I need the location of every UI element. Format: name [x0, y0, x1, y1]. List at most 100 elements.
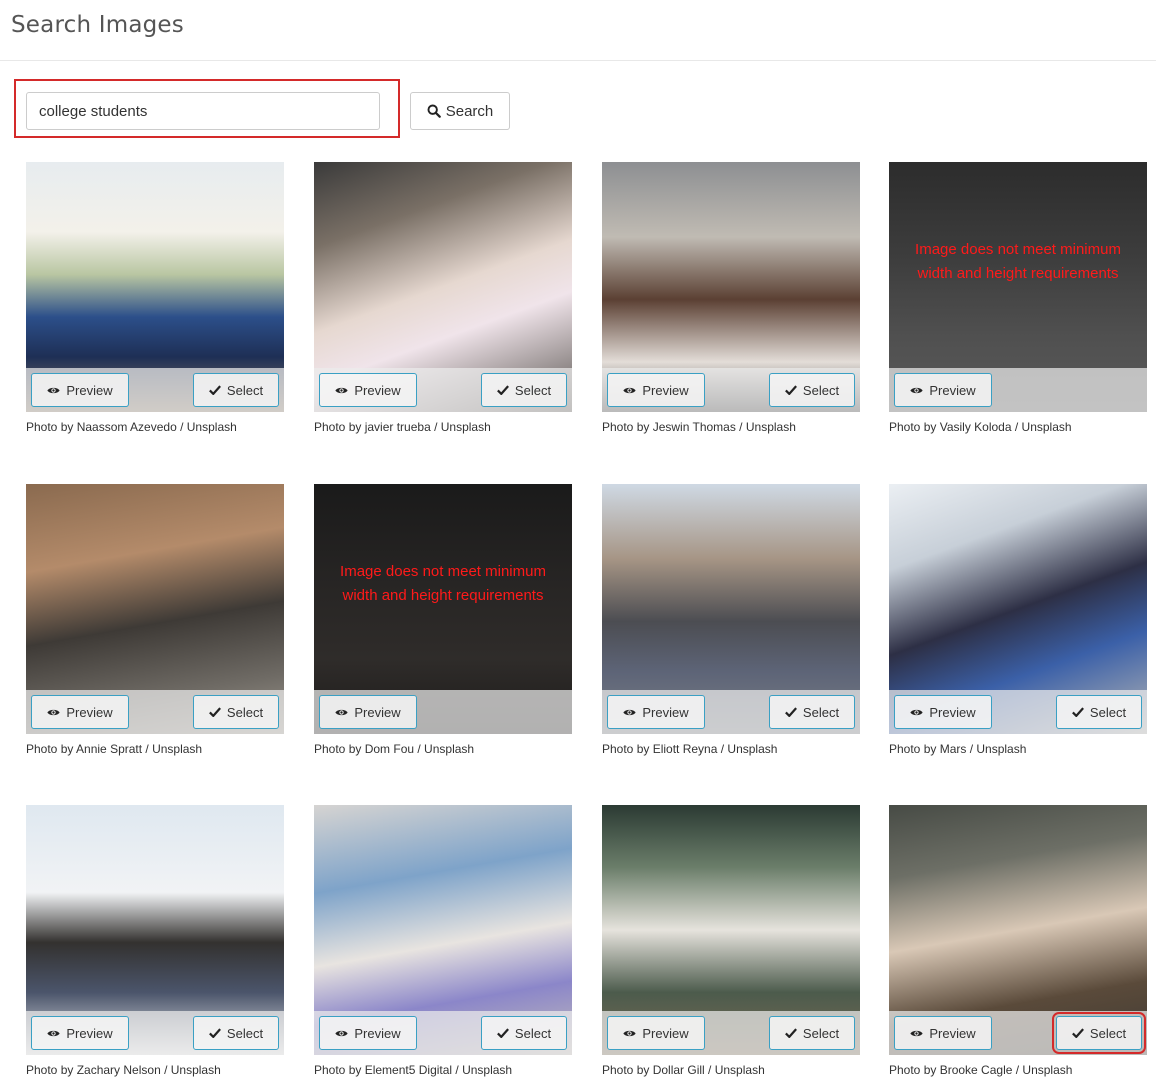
search-button-label: Search [445, 102, 494, 120]
image-result-card: Preview Select Photo by Zachary Nelson / U… [26, 805, 284, 1077]
image-result-card: Preview Select Photo by Mars / Unsplash [889, 484, 1147, 756]
preview-button[interactable]: Preview [31, 695, 129, 729]
photo-credit: Photo by javier trueba / Unsplash [314, 420, 491, 434]
preview-label: Preview [354, 704, 401, 720]
preview-button[interactable]: Preview [319, 373, 417, 407]
image-result-card: Preview Select Photo by javier trueba / Un… [314, 162, 572, 434]
preview-button[interactable]: Preview [31, 373, 129, 407]
photo-credit: Photo by Brooke Cagle / Unsplash [889, 1063, 1073, 1077]
select-label: Select [226, 382, 264, 398]
thumbnail-action-bar: Preview Select [602, 1011, 860, 1055]
image-result-card: Preview Select Photo by Brooke Cagle / Uns… [889, 805, 1147, 1077]
photo-credit: Photo by Dollar Gill / Unsplash [602, 1063, 765, 1077]
image-result-card: Image does not meet minimum width and he… [889, 162, 1147, 434]
preview-button[interactable]: Preview [894, 695, 992, 729]
checkmark-icon [208, 707, 221, 717]
image-result-card: Image does not meet minimum width and he… [314, 484, 572, 756]
select-button[interactable]: Select [769, 1016, 855, 1050]
thumbnail-action-bar: Preview Select [26, 1011, 284, 1055]
photo-credit: Photo by Dom Fou / Unsplash [314, 742, 475, 756]
checkmark-icon [784, 1028, 797, 1038]
result-thumbnail[interactable]: Preview Select [889, 484, 1147, 734]
preview-label: Preview [642, 704, 689, 720]
image-result-card: Preview Select Photo by Naassom Azevedo / … [26, 162, 284, 434]
select-button[interactable]: Select [1052, 1012, 1146, 1054]
thumbnail-action-bar: Preview Select [26, 690, 284, 734]
result-thumbnail[interactable]: Preview Select [314, 162, 572, 412]
result-thumbnail[interactable]: Preview Select [26, 484, 284, 734]
select-button[interactable]: Select [481, 373, 567, 407]
image-result-card: Preview Select Photo by Jeswin Thomas / Un… [602, 162, 860, 434]
photo-credit: Photo by Annie Spratt / Unsplash [26, 742, 203, 756]
preview-button[interactable]: Preview [894, 373, 992, 407]
thumbnail-action-bar: Preview Select [889, 690, 1147, 734]
result-thumbnail[interactable]: Image does not meet minimum width and he… [889, 162, 1147, 412]
select-button[interactable]: Select [769, 695, 855, 729]
photo-credit: Photo by Mars / Unsplash [889, 742, 1027, 756]
eye-icon [910, 709, 923, 715]
result-thumbnail[interactable]: Preview Select [314, 805, 572, 1055]
select-label: Select [514, 1025, 552, 1041]
photo-credit: Photo by Vasily Koloda / Unsplash [889, 420, 1072, 434]
select-button[interactable]: Select [193, 695, 279, 729]
result-thumbnail[interactable]: Preview Select [26, 805, 284, 1055]
eye-icon [623, 709, 636, 715]
select-button[interactable]: Select [1056, 695, 1142, 729]
checkmark-icon [208, 385, 221, 395]
thumbnail-action-bar: Preview Select [602, 690, 860, 734]
select-label: Select [802, 382, 840, 398]
select-label: Select [514, 382, 552, 398]
eye-icon [910, 1030, 923, 1036]
result-thumbnail[interactable]: Preview Select [26, 162, 284, 412]
result-thumbnail[interactable]: Preview Select [602, 805, 860, 1055]
select-label: Select [802, 704, 840, 720]
eye-icon [47, 387, 60, 393]
page-title: Search Images [11, 12, 184, 38]
header-divider [0, 60, 1156, 61]
eye-icon [335, 1030, 348, 1036]
preview-label: Preview [66, 382, 113, 398]
select-button[interactable]: Select [769, 373, 855, 407]
preview-button[interactable]: Preview [607, 695, 705, 729]
preview-button[interactable]: Preview [319, 1016, 417, 1050]
image-result-card: Preview Select Photo by Element5 Digital /… [314, 805, 572, 1077]
photo-credit: Photo by Zachary Nelson / Unsplash [26, 1063, 221, 1077]
preview-label: Preview [354, 1025, 401, 1041]
photo-credit: Photo by Jeswin Thomas / Unsplash [602, 420, 796, 434]
image-result-card: Preview Select Photo by Dollar Gill / Unsp… [602, 805, 860, 1077]
result-thumbnail[interactable]: Preview Select [602, 484, 860, 734]
thumbnail-action-bar: Preview [314, 690, 572, 734]
thumbnail-action-bar: Preview Select [889, 1011, 1147, 1055]
preview-label: Preview [642, 382, 689, 398]
select-button[interactable]: Select [481, 1016, 567, 1050]
checkmark-icon [496, 385, 509, 395]
result-thumbnail[interactable]: Image does not meet minimum width and he… [314, 484, 572, 734]
thumbnail-action-bar: Preview Select [314, 1011, 572, 1055]
preview-button[interactable]: Preview [319, 695, 417, 729]
size-warning-text: Image does not meet minimum width and he… [915, 241, 1121, 282]
search-input[interactable]: college students [26, 92, 380, 130]
search-button[interactable]: Search [410, 92, 510, 130]
photo-credit: Photo by Naassom Azevedo / Unsplash [26, 420, 237, 434]
checkmark-icon [208, 1028, 221, 1038]
select-label: Select [226, 704, 264, 720]
photo-credit: Photo by Element5 Digital / Unsplash [314, 1063, 513, 1077]
preview-label: Preview [642, 1025, 689, 1041]
preview-button[interactable]: Preview [894, 1016, 992, 1050]
preview-label: Preview [929, 704, 976, 720]
image-result-card: Preview Select Photo by Eliott Reyna / Uns… [602, 484, 860, 756]
result-thumbnail[interactable]: Preview Select [602, 162, 860, 412]
checkmark-icon [1071, 1028, 1084, 1038]
select-label: Select [1089, 1025, 1127, 1041]
preview-button[interactable]: Preview [607, 373, 705, 407]
checkmark-icon [784, 385, 797, 395]
result-thumbnail[interactable]: Preview Select [889, 805, 1147, 1055]
select-label: Select [1089, 704, 1127, 720]
select-button[interactable]: Select [193, 1016, 279, 1050]
thumbnail-action-bar: Preview Select [314, 368, 572, 412]
preview-button[interactable]: Preview [31, 1016, 129, 1050]
preview-button[interactable]: Preview [607, 1016, 705, 1050]
eye-icon [623, 387, 636, 393]
eye-icon [335, 387, 348, 393]
select-button[interactable]: Select [193, 373, 279, 407]
